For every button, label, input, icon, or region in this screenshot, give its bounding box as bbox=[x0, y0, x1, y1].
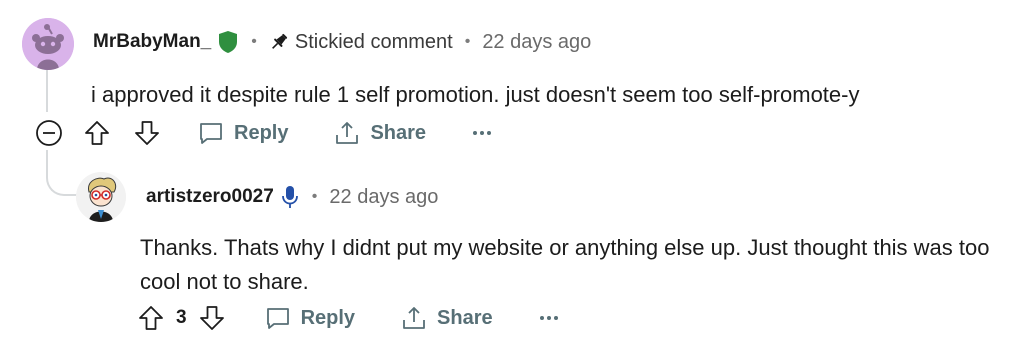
share-button[interactable]: Share bbox=[334, 120, 426, 146]
timestamp[interactable]: 22 days ago bbox=[482, 31, 591, 54]
more-options-icon bbox=[539, 316, 558, 320]
upvote-button[interactable] bbox=[138, 305, 164, 331]
reply-meta: artistzero0027 • 22 days ago bbox=[146, 185, 438, 209]
thread-connector bbox=[46, 150, 78, 196]
comment-thread: MrBabyMan_ • Stickied comment • 22 days … bbox=[0, 0, 1024, 360]
share-icon bbox=[336, 122, 359, 144]
share-label: Share bbox=[437, 306, 493, 329]
avatar[interactable] bbox=[76, 172, 126, 222]
comment-actions: Reply Share bbox=[34, 118, 492, 148]
pin-icon bbox=[269, 32, 289, 52]
reply-label: Reply bbox=[300, 306, 356, 329]
stickied-label: Stickied comment bbox=[294, 30, 453, 53]
more-options-button[interactable] bbox=[539, 315, 559, 321]
more-options-button[interactable] bbox=[472, 130, 492, 136]
vote-count: 3 bbox=[176, 307, 187, 328]
share-label: Share bbox=[370, 121, 427, 144]
separator-dot: • bbox=[251, 33, 257, 50]
shield-icon bbox=[217, 30, 239, 54]
comment-body: i approved it despite rule 1 self promot… bbox=[91, 82, 860, 107]
separator-dot: • bbox=[311, 188, 318, 205]
avatar[interactable] bbox=[22, 18, 74, 70]
custom-avatar-icon bbox=[76, 172, 126, 222]
reply-body: Thanks. Thats why I didnt put my website… bbox=[140, 235, 990, 294]
more-options-icon bbox=[473, 131, 492, 135]
share-icon bbox=[403, 307, 425, 329]
snoo-avatar-icon bbox=[22, 18, 74, 70]
reply-button[interactable]: Reply bbox=[198, 120, 288, 146]
downvote-arrow-icon bbox=[199, 306, 224, 330]
comment-bubble-icon bbox=[200, 123, 222, 144]
downvote-arrow-icon bbox=[135, 121, 159, 145]
username[interactable]: artistzero0027 bbox=[146, 186, 274, 208]
username[interactable]: MrBabyMan_ bbox=[93, 31, 211, 53]
collapse-button[interactable] bbox=[34, 118, 64, 148]
reply-label: Reply bbox=[234, 121, 289, 144]
separator-dot: • bbox=[464, 33, 471, 50]
thread-line bbox=[46, 68, 48, 112]
collapse-icon bbox=[36, 120, 62, 146]
downvote-button[interactable] bbox=[134, 120, 160, 146]
microphone-icon bbox=[280, 185, 300, 209]
downvote-button[interactable] bbox=[199, 305, 225, 331]
upvote-arrow-icon bbox=[139, 306, 163, 330]
share-button[interactable]: Share bbox=[401, 305, 493, 331]
comment-bubble-icon bbox=[266, 308, 289, 329]
timestamp[interactable]: 22 days ago bbox=[329, 186, 438, 209]
upvote-arrow-icon bbox=[85, 121, 109, 145]
comment-meta: MrBabyMan_ • Stickied comment • 22 days … bbox=[93, 30, 591, 54]
reply-actions: 3 Reply Share bbox=[138, 305, 559, 331]
upvote-button[interactable] bbox=[84, 120, 110, 146]
reply-button[interactable]: Reply bbox=[265, 305, 355, 331]
